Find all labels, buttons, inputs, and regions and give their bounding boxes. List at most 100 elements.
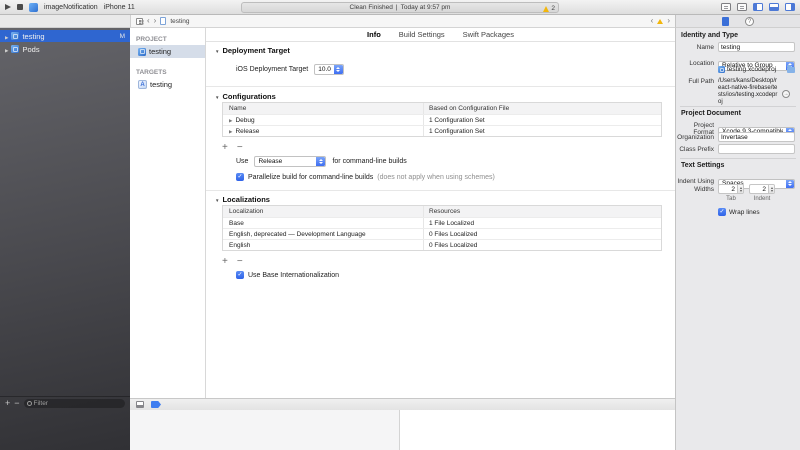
- tab-build-settings[interactable]: Build Settings: [399, 30, 445, 39]
- file-inspector-tab-icon[interactable]: [722, 17, 729, 26]
- base-internationalization-checkbox[interactable]: [236, 271, 244, 279]
- localizations-section[interactable]: Localizations: [215, 195, 270, 204]
- indent-width-value: 2: [762, 186, 766, 193]
- tab-column-label: Tab: [718, 196, 744, 202]
- column-header-localization[interactable]: Localization: [223, 206, 423, 217]
- navigator-item-testing[interactable]: testing M: [0, 30, 130, 42]
- disclosure-triangle-icon[interactable]: [215, 46, 219, 55]
- organization-row: Organization Invertase: [676, 132, 800, 142]
- navigator-item-pods[interactable]: Pods: [0, 43, 130, 55]
- remove-localization-button[interactable]: −: [237, 257, 243, 267]
- toggle-debug-area-icon[interactable]: [769, 3, 779, 11]
- device-selector[interactable]: iPhone 11: [104, 4, 135, 11]
- section-divider: [206, 190, 675, 191]
- activity-status-bar: Clean Finished | Today at 9:57 pm 2: [241, 2, 559, 13]
- command-line-config-value: Release: [258, 158, 282, 165]
- filter-input[interactable]: Filter: [24, 399, 125, 408]
- project-row-testing[interactable]: testing: [130, 45, 205, 58]
- add-item-button[interactable]: +: [5, 399, 10, 408]
- localization-row-english[interactable]: English 0 Files Localized: [223, 239, 661, 250]
- open-in-finder-arrow-icon[interactable]: [782, 90, 790, 98]
- tab-swift-packages[interactable]: Swift Packages: [463, 30, 514, 39]
- run-button[interactable]: [5, 4, 11, 10]
- breakpoints-icon[interactable]: [151, 401, 161, 408]
- toggle-inspector-icon[interactable]: [785, 3, 795, 11]
- previous-issue-button[interactable]: ‹: [651, 17, 654, 25]
- disclosure-triangle-icon[interactable]: [229, 117, 232, 124]
- class-prefix-input[interactable]: [718, 144, 795, 154]
- localization-row-english-deprecated[interactable]: English, deprecated — Development Langua…: [223, 228, 661, 239]
- indent-width-stepper[interactable]: 2: [749, 184, 775, 194]
- scheme-selector[interactable]: imageNotification: [44, 4, 98, 11]
- column-header-resources[interactable]: Resources: [423, 206, 661, 217]
- debug-bar: [130, 398, 675, 410]
- deployment-target-section[interactable]: Deployment Target: [215, 46, 290, 55]
- add-localization-button[interactable]: +: [222, 257, 228, 267]
- remove-configuration-button[interactable]: −: [237, 143, 243, 153]
- tab-info[interactable]: Info: [367, 30, 381, 39]
- organization-input[interactable]: Invertase: [718, 132, 795, 142]
- stop-button[interactable]: [17, 4, 23, 10]
- tab-width-stepper[interactable]: 2: [718, 184, 744, 194]
- name-label: Name: [676, 44, 718, 51]
- deployment-target-value: 10.0: [318, 66, 331, 73]
- class-prefix-row: Class Prefix: [676, 144, 800, 154]
- disclosure-triangle-icon[interactable]: [5, 32, 8, 41]
- configuration-row-release[interactable]: Release 1 Configuration Set: [223, 125, 661, 136]
- app-target-icon: [138, 80, 147, 89]
- section-title: Configurations: [222, 92, 275, 101]
- target-row-testing[interactable]: testing: [130, 78, 205, 91]
- command-line-builds-row: Use Release for command-line builds: [236, 156, 407, 167]
- editor-options-icon[interactable]: [721, 3, 731, 11]
- debug-area: [130, 410, 675, 450]
- localization-row-base[interactable]: Base 1 File Localized: [223, 217, 661, 228]
- disclosure-triangle-icon[interactable]: [5, 45, 8, 54]
- hide-debug-area-icon[interactable]: [136, 401, 144, 408]
- disclosure-triangle-icon[interactable]: [215, 195, 219, 204]
- configurations-section[interactable]: Configurations: [215, 92, 276, 101]
- command-line-config-popup[interactable]: Release: [254, 156, 326, 167]
- widths-label: Widths: [676, 186, 718, 193]
- tab-width-value: 2: [731, 186, 735, 193]
- navigator-item-label: Pods: [22, 45, 39, 54]
- column-header-config-file[interactable]: Based on Configuration File: [423, 103, 661, 114]
- issue-warning-icon[interactable]: [657, 19, 663, 24]
- scheme-app-icon[interactable]: [29, 3, 38, 12]
- deployment-target-popup[interactable]: 10.0: [314, 64, 344, 75]
- warning-icon: [543, 6, 549, 12]
- localization-name: English, deprecated — Development Langua…: [223, 229, 423, 239]
- inspector-tab-bar: ?: [675, 15, 800, 28]
- full-path-label: Full Path: [676, 78, 718, 85]
- add-configuration-button[interactable]: +: [222, 143, 228, 153]
- localizations-table-header: Localization Resources: [223, 206, 661, 217]
- parallelize-checkbox[interactable]: [236, 173, 244, 181]
- wrap-lines-checkbox[interactable]: [718, 208, 726, 216]
- localization-name: Base: [223, 218, 423, 228]
- stepper-chevrons-icon[interactable]: [737, 185, 743, 193]
- column-header-name[interactable]: Name: [223, 103, 423, 114]
- quick-help-tab-icon[interactable]: ?: [745, 17, 754, 26]
- back-button[interactable]: ‹: [147, 17, 150, 25]
- next-issue-button[interactable]: ›: [667, 17, 670, 25]
- project-icon: [138, 48, 146, 56]
- deployment-target-label: iOS Deployment Target: [236, 66, 308, 73]
- full-path-row: Full Path /Users/kans/Desktop/react-nati…: [676, 78, 800, 106]
- related-items-icon[interactable]: [136, 18, 143, 25]
- disclosure-triangle-icon[interactable]: [215, 92, 219, 101]
- stepper-chevrons-icon[interactable]: [768, 185, 774, 193]
- name-input[interactable]: testing: [718, 42, 795, 52]
- popup-chevrons-icon: [334, 65, 343, 74]
- warning-counter[interactable]: 2: [543, 5, 555, 12]
- jumpbar-file-name[interactable]: testing: [170, 18, 189, 25]
- forward-button[interactable]: ›: [154, 17, 157, 25]
- variables-view[interactable]: [130, 410, 400, 450]
- remove-item-button[interactable]: −: [14, 399, 19, 408]
- toggle-navigator-icon[interactable]: [753, 3, 763, 11]
- disclosure-triangle-icon[interactable]: [229, 128, 232, 135]
- choose-location-folder-icon[interactable]: [787, 67, 795, 73]
- console-view[interactable]: [400, 410, 675, 450]
- project-icon: [718, 66, 725, 73]
- configuration-row-debug[interactable]: Debug 1 Configuration Set: [223, 114, 661, 125]
- add-editor-icon[interactable]: [737, 3, 747, 11]
- indent-column-label: Indent: [749, 196, 775, 202]
